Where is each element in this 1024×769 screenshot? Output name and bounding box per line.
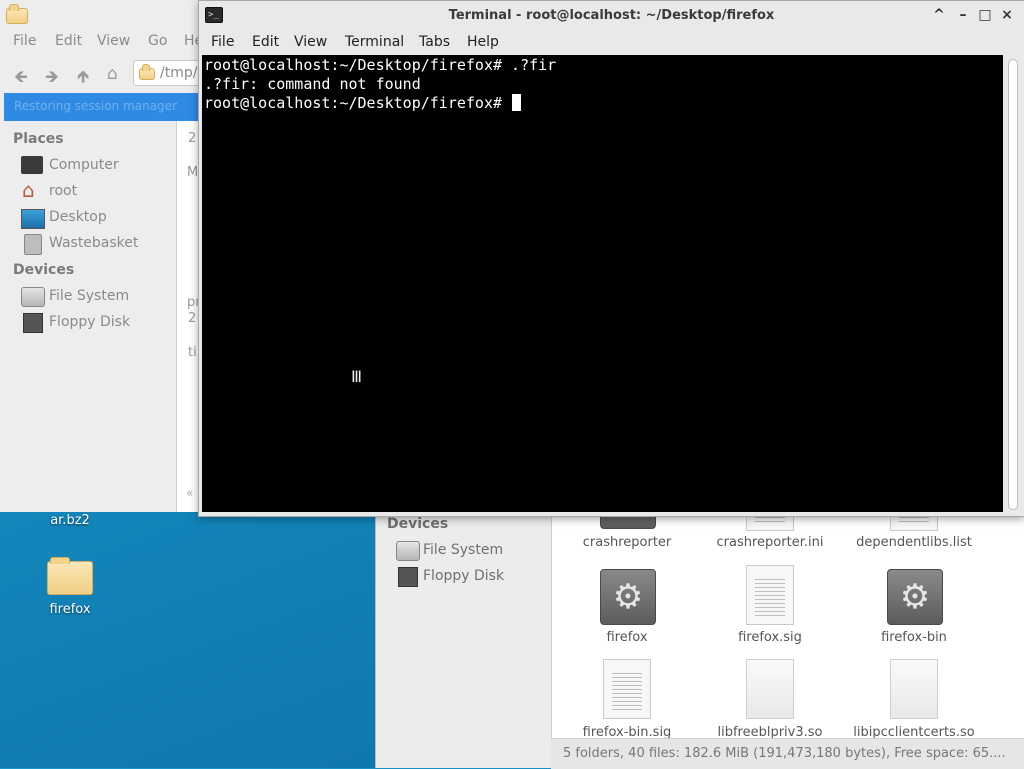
file-item-crashreporter[interactable]: crashreporter	[557, 473, 697, 557]
file-manager-window[interactable]: Devices File System Floppy Disk crashrep…	[375, 471, 1024, 769]
minimize-button[interactable]: –	[955, 7, 971, 23]
library-file-icon	[746, 659, 794, 719]
location-value: /tmp/	[160, 65, 198, 81]
file-item-firefox-sig[interactable]: firefox.sig	[700, 565, 840, 647]
menu-edit[interactable]: Edit	[55, 33, 82, 49]
scrollbar-thumb[interactable]	[1008, 59, 1018, 510]
floppy-icon	[23, 313, 43, 333]
file-grid[interactable]: crashreporter crashreporter.ini dependen…	[551, 471, 1024, 738]
folder-icon	[139, 64, 155, 80]
text-cursor	[512, 94, 522, 111]
selected-row[interactable]: Restoring session manager	[4, 93, 200, 121]
menu-view[interactable]: View	[294, 34, 327, 50]
terminal-menubar: File Edit View Terminal Tabs Help	[199, 31, 1024, 55]
text-file-icon	[746, 565, 794, 625]
devices-heading: Devices	[387, 516, 449, 532]
menu-go[interactable]: Go	[148, 33, 167, 49]
drive-icon	[21, 287, 45, 307]
file-item-firefox-bin[interactable]: ⚙ firefox-bin	[844, 567, 984, 647]
home-icon[interactable]: ⌂	[107, 64, 118, 84]
terminal-output[interactable]: root@localhost:~/Desktop/firefox# .?fir …	[202, 55, 1003, 512]
file-manager-window-back[interactable]: File Edit View Go He 🡸 🡺 🡹 ⌂ /tmp/ Resto…	[0, 0, 205, 512]
menu-edit[interactable]: Edit	[252, 34, 279, 50]
shade-button[interactable]: ^	[931, 7, 947, 23]
desktop-icon-firefox[interactable]: firefox	[20, 553, 120, 621]
terminal-prompt: root@localhost:~/Desktop/firefox#	[204, 94, 512, 112]
location-field[interactable]: /tmp/	[133, 60, 205, 86]
forward-arrow-icon[interactable]: 🡺	[45, 64, 59, 93]
text-file-icon	[603, 659, 651, 719]
vertical-scrollbar[interactable]	[1004, 55, 1021, 512]
gear-icon: ⚙	[887, 569, 943, 625]
file-item-libipcclientcerts-so[interactable]: libipcclientcerts.so	[844, 659, 984, 738]
menu-view[interactable]: View	[97, 33, 130, 49]
desktop-icon-label-archive[interactable]: ar.bz2	[20, 513, 120, 528]
status-bar: 5 folders, 40 files: 182.6 MiB (191,473,…	[551, 738, 1024, 769]
file-item-crashreporter-ini[interactable]: crashreporter.ini	[700, 471, 840, 557]
selected-row-text: Restoring session manager	[14, 99, 177, 113]
file-item-firefox-bin-sig[interactable]: firefox-bin.sig	[557, 659, 697, 738]
menu-file[interactable]: File	[211, 34, 234, 50]
menu-terminal[interactable]: Terminal	[345, 34, 404, 50]
computer-icon	[21, 156, 43, 174]
folder-icon	[47, 557, 93, 595]
status-text: 5 folders, 40 files: 182.6 MiB (191,473,…	[563, 746, 1006, 761]
file-item-libfreeblpriv3-so[interactable]: libfreeblpriv3.so	[700, 659, 840, 738]
devices-heading: Devices	[13, 262, 75, 278]
menubar: File Edit View Go He	[0, 28, 203, 54]
desktop-icon-label: firefox	[49, 602, 91, 617]
terminal-line: .?fir: command not found	[204, 75, 421, 93]
gear-icon: ⚙	[600, 569, 656, 625]
menu-help[interactable]: Help	[467, 34, 499, 50]
trash-icon	[24, 234, 42, 255]
file-item-dependentlibs-list[interactable]: dependentlibs.list	[844, 471, 984, 557]
window-folder-icon	[6, 4, 28, 24]
ibeam-cursor-icon: Ⅲ	[351, 367, 363, 386]
close-button[interactable]: ×	[999, 7, 1015, 23]
library-file-icon	[890, 659, 938, 719]
floppy-icon	[398, 567, 418, 587]
scroll-left-arrow[interactable]: «	[186, 486, 193, 500]
menu-tabs[interactable]: Tabs	[419, 34, 450, 50]
back-arrow-icon[interactable]: 🡸	[14, 64, 28, 93]
terminal-line: root@localhost:~/Desktop/firefox# .?fir	[204, 56, 557, 74]
file-item-firefox[interactable]: ⚙ firefox	[557, 567, 697, 647]
home-icon: ⌂	[22, 178, 35, 202]
terminal-prompt-line: root@localhost:~/Desktop/firefox#	[204, 94, 522, 112]
up-arrow-icon[interactable]: 🡹	[77, 64, 89, 93]
places-heading: Places	[13, 131, 64, 147]
desktop-icon	[21, 209, 45, 229]
maximize-button[interactable]: □	[977, 7, 993, 23]
title-bar[interactable]: >_ Terminal - root@localhost: ~/Desktop/…	[199, 1, 1024, 31]
window-title: Terminal - root@localhost: ~/Desktop/fir…	[448, 8, 775, 23]
menu-file[interactable]: File	[13, 33, 36, 49]
drive-icon	[396, 541, 420, 561]
terminal-window[interactable]: >_ Terminal - root@localhost: ~/Desktop/…	[198, 0, 1024, 517]
